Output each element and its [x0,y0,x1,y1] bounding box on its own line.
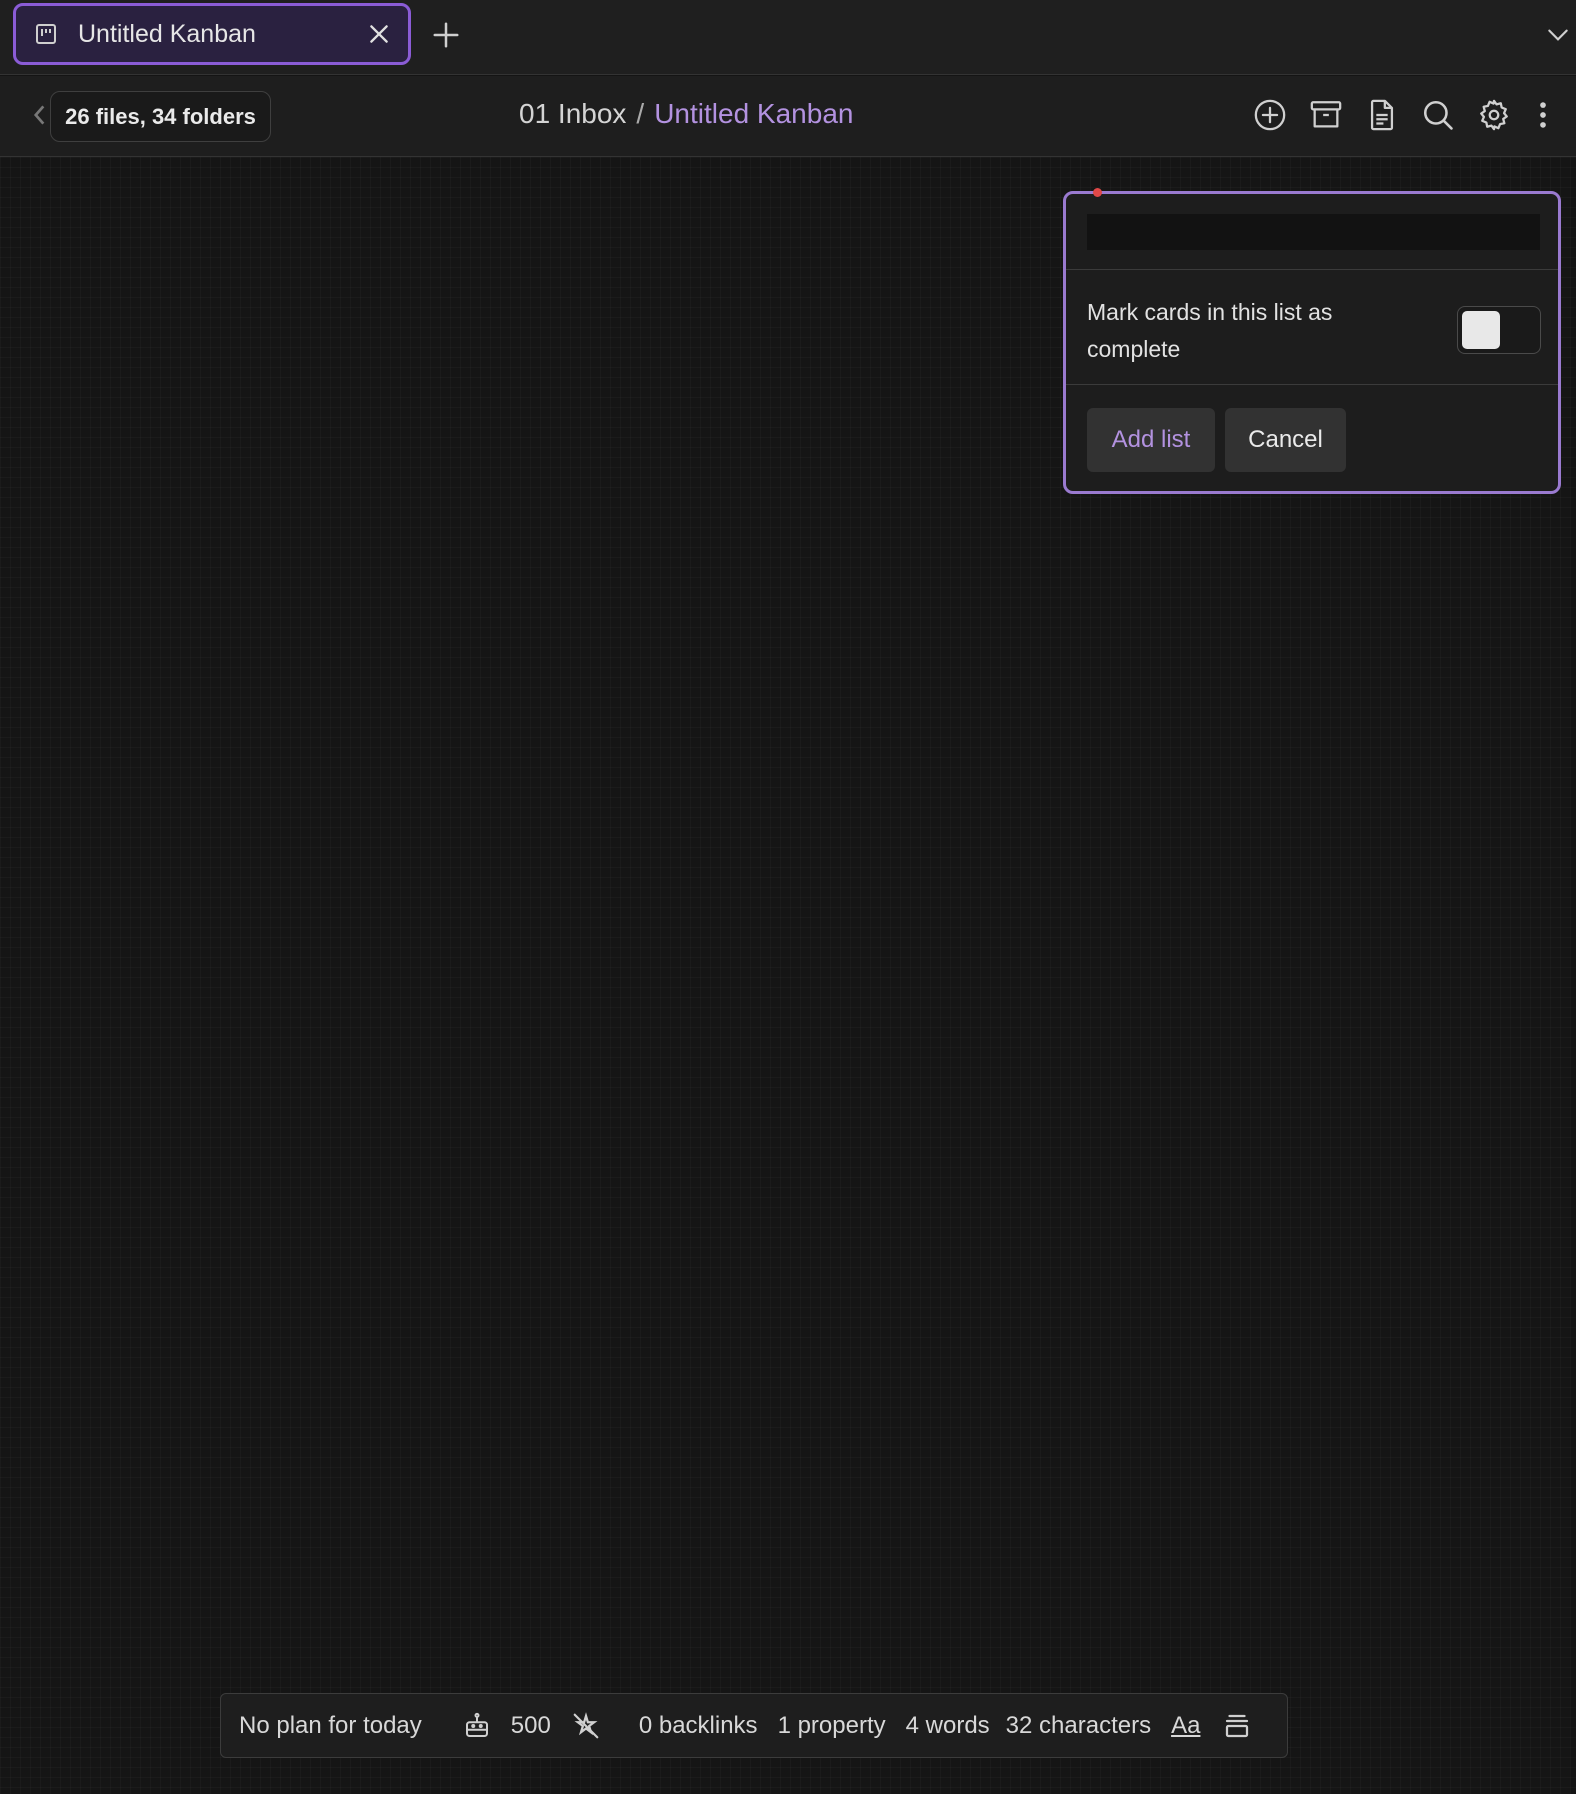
search-icon[interactable] [1421,98,1455,132]
toggle-knob [1462,311,1500,349]
sync-off-icon[interactable] [571,1711,601,1741]
daily-plan-status[interactable]: No plan for today [239,1712,422,1740]
backlinks-count[interactable]: 0 backlinks [639,1712,758,1740]
tab-untitled-kanban[interactable]: Untitled Kanban [13,3,411,65]
view-header: 26 files, 34 folders 01 Inbox / Untitled… [0,76,1576,157]
plus-icon[interactable] [431,20,461,50]
document-icon[interactable] [1365,98,1399,132]
cursor-indicator [1093,188,1102,197]
back-arrow-icon[interactable] [30,102,48,128]
plus-circle-icon[interactable] [1253,98,1287,132]
word-count: 4 words [905,1711,990,1739]
more-vertical-icon[interactable] [1533,98,1553,132]
font-toggle[interactable]: Aa [1171,1712,1200,1740]
archive-icon[interactable] [1309,98,1343,132]
breadcrumb-separator: / [636,98,645,129]
count-value: 500 [510,1711,551,1739]
divider [1066,269,1558,270]
breadcrumb-folder[interactable]: 01 Inbox [519,98,626,130]
breadcrumb: 01 Inbox / Untitled Kanban [519,98,853,130]
mark-complete-label: Mark cards in this list as complete [1087,299,1333,362]
kanban-icon [36,24,56,44]
status-bar: No plan for today 500 0 backlinks 1 prop… [220,1693,1288,1758]
mark-complete-toggle[interactable] [1457,306,1541,354]
add-list-form: Mark cards in this list as complete Add … [1063,188,1561,494]
robot-icon[interactable] [462,1711,492,1741]
view-actions [1253,98,1553,132]
breadcrumb-current[interactable]: Untitled Kanban [654,98,853,130]
file-count-tooltip: 26 files, 34 folders [50,91,271,142]
list-title-input[interactable] [1087,214,1540,250]
chevron-down-icon[interactable] [1545,22,1571,48]
cancel-button[interactable]: Cancel [1225,408,1346,472]
tab-title: Untitled Kanban [78,19,256,48]
character-count: 32 characters [1005,1711,1152,1739]
add-list-button[interactable]: Add list [1087,408,1215,472]
gear-icon[interactable] [1477,98,1511,132]
close-icon[interactable] [366,21,392,47]
divider [1066,384,1558,385]
layers-icon[interactable] [1222,1711,1252,1741]
tab-bar: Untitled Kanban [0,0,1576,75]
property-count[interactable]: 1 property [778,1712,886,1740]
